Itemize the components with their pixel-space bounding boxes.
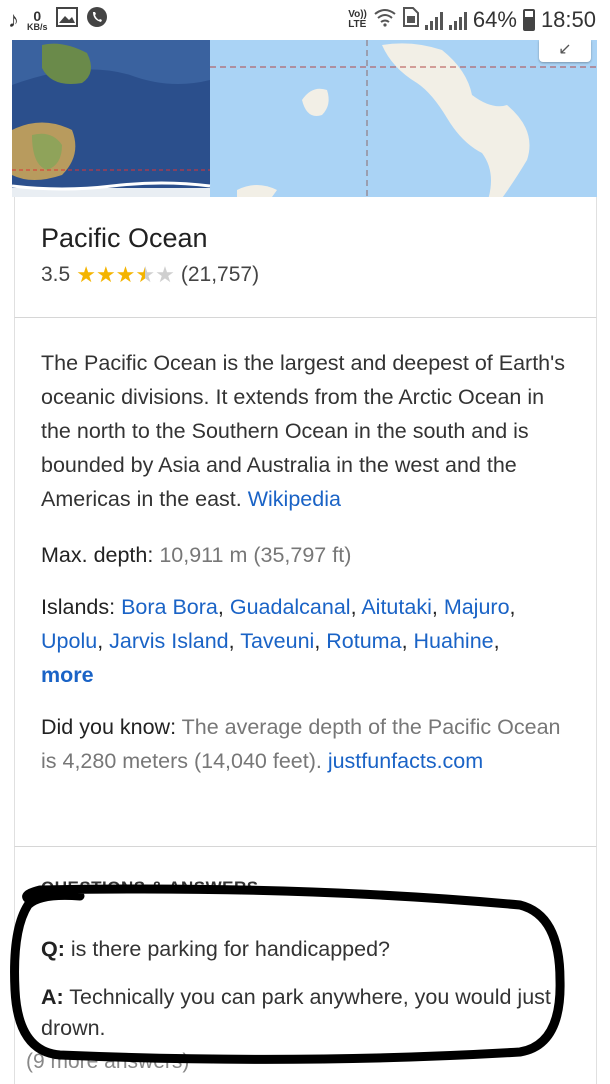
network-speed-value: 0 <box>33 7 42 24</box>
answer-text: Technically you can park anywhere, you w… <box>41 985 551 1040</box>
did-you-know-label: Did you know: <box>41 715 182 739</box>
rating-row[interactable]: 3.5 ★ ★ ★ ★ ★ (21,757) <box>41 263 259 287</box>
volte-bottom: LTE <box>348 19 367 30</box>
map-view[interactable]: ↙ <box>12 40 597 197</box>
fact-islands: Islands: Bora Bora, Guadalcanal, Aitutak… <box>41 590 581 692</box>
description: The Pacific Ocean is the largest and dee… <box>41 346 576 516</box>
wikipedia-link[interactable]: Wikipedia <box>248 487 341 511</box>
island-separator: , <box>509 595 516 619</box>
island-link[interactable]: Huahine <box>414 629 494 653</box>
island-separator: , <box>401 629 414 653</box>
wifi-icon <box>373 7 397 33</box>
islands-more-link[interactable]: more <box>41 663 94 687</box>
status-bar: ♪ 0 KB/s Vo)) LTE 64% 18:50 <box>0 0 610 40</box>
star-empty-icon: ★ <box>155 262 175 287</box>
island-separator: , <box>97 629 110 653</box>
battery-percent: 64% <box>472 7 517 32</box>
star-full-icon: ★ <box>76 262 96 287</box>
volte-indicator: Vo)) LTE <box>348 10 367 30</box>
review-count[interactable]: (21,757) <box>181 263 259 287</box>
phone-icon <box>86 6 108 34</box>
question-label: Q: <box>41 937 65 961</box>
island-link[interactable]: Rotuma <box>326 629 401 653</box>
island-link[interactable]: Upolu <box>41 629 97 653</box>
answer-label: A: <box>41 985 64 1009</box>
map-graphic <box>12 40 597 197</box>
star-half-icon: ★ <box>135 262 156 287</box>
clock: 18:50 <box>540 7 596 32</box>
place-header-card: Pacific Ocean 3.5 ★ ★ ★ ★ ★ (21,757) <box>14 197 597 318</box>
did-you-know-source-link[interactable]: justfunfacts.com <box>328 749 483 773</box>
star-full-icon: ★ <box>115 262 136 287</box>
sim-icon <box>402 7 419 33</box>
description-card: The Pacific Ocean is the largest and dee… <box>14 318 597 847</box>
rating-value: 3.5 <box>41 263 71 286</box>
island-separator: , <box>314 629 327 653</box>
questions-answers-card: QUESTIONS & ANSWERS Q: is there parking … <box>14 847 597 1084</box>
island-link[interactable]: Guadalcanal <box>230 595 351 619</box>
signal-icon-2 <box>448 10 467 30</box>
star-full-icon: ★ <box>95 262 116 287</box>
island-separator: , <box>228 629 241 653</box>
signal-icon <box>424 10 443 30</box>
qa-question[interactable]: Q: is there parking for handicapped? <box>41 934 581 965</box>
island-separator: , <box>350 595 362 619</box>
island-separator: , <box>431 595 444 619</box>
music-note-icon: ♪ <box>8 7 19 32</box>
more-answers-link[interactable]: (9 more answers) <box>26 1050 189 1074</box>
place-title: Pacific Ocean <box>41 223 208 253</box>
island-link[interactable]: Majuro <box>444 595 510 619</box>
network-speed: 0 KB/s <box>27 9 48 32</box>
islands-label: Islands: <box>41 595 122 619</box>
image-icon <box>55 7 78 33</box>
network-speed-unit: KB/s <box>27 21 48 32</box>
expand-icon: ↙ <box>558 41 572 58</box>
fact-max-depth: Max. depth: 10,911 m (35,797 ft) <box>41 538 581 572</box>
island-link[interactable]: Taveuni <box>240 629 314 653</box>
max-depth-value: 10,911 m (35,797 ft) <box>159 543 352 567</box>
max-depth-label: Max. depth: <box>41 543 160 567</box>
fact-did-you-know: Did you know: The average depth of the P… <box>41 710 581 778</box>
rating-stars: ★ ★ ★ ★ ★ <box>76 264 175 286</box>
qa-answer: A: Technically you can park anywhere, yo… <box>41 982 581 1044</box>
island-link[interactable]: Bora Bora <box>121 595 218 619</box>
island-separator: , <box>493 629 500 653</box>
qa-heading: QUESTIONS & ANSWERS <box>41 878 259 897</box>
island-link[interactable]: Jarvis Island <box>109 629 229 653</box>
map-expand-button[interactable]: ↙ <box>539 40 591 62</box>
battery-icon <box>522 9 535 31</box>
island-separator: , <box>217 595 230 619</box>
island-link[interactable]: Aitutaki <box>361 595 432 619</box>
question-text: is there parking for handicapped? <box>64 937 390 961</box>
